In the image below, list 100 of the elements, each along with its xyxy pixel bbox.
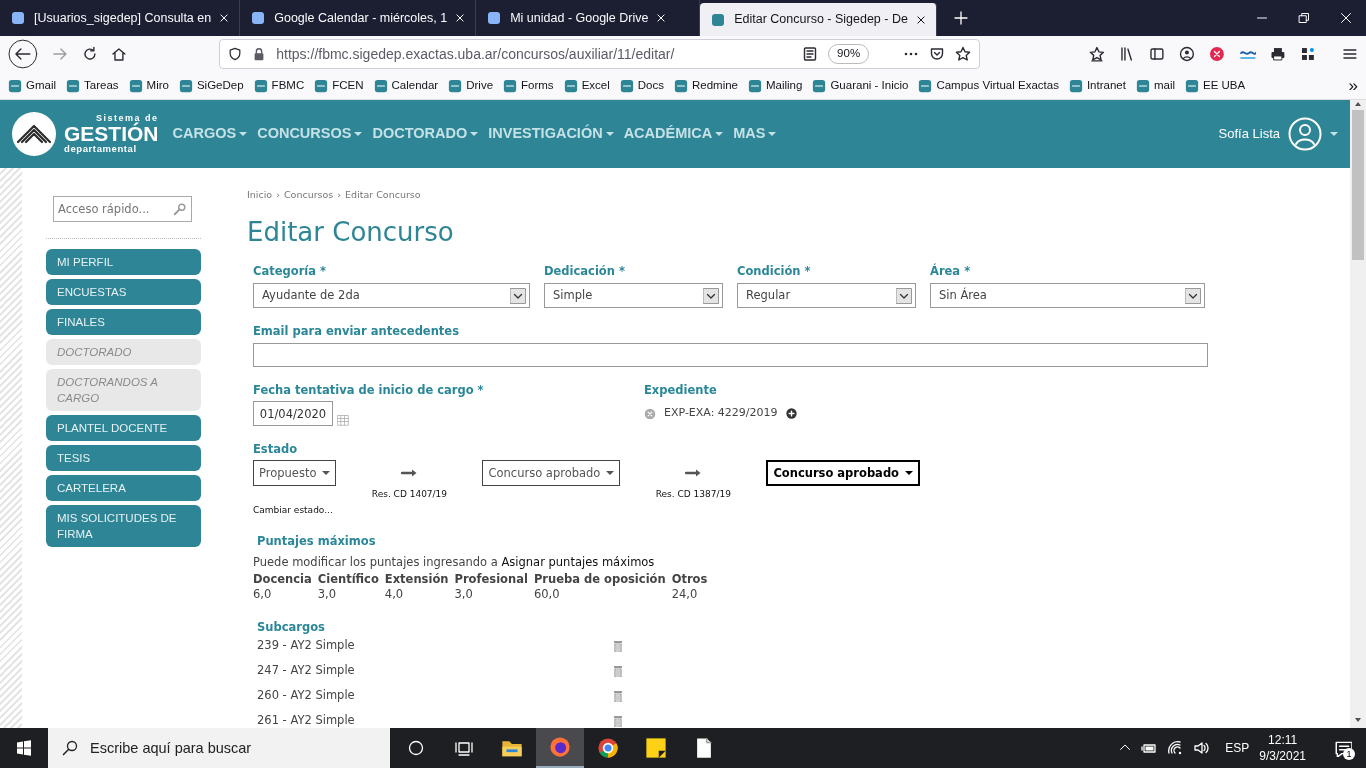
more-bookmarks[interactable]: » bbox=[1348, 72, 1358, 99]
pocket-icon[interactable] bbox=[929, 46, 946, 62]
breadcrumb-link[interactable]: Inicio bbox=[247, 188, 273, 203]
bookmark-link[interactable]: Mailing bbox=[748, 76, 803, 95]
forward-icon[interactable] bbox=[51, 46, 68, 62]
bookmark-link[interactable]: Calendar bbox=[373, 76, 439, 95]
wifi-icon[interactable] bbox=[1167, 740, 1184, 756]
user-name[interactable]: Sofía Lista bbox=[1218, 124, 1280, 144]
dropdown-field[interactable]: Ayudante de 2da bbox=[253, 283, 530, 309]
sidebar-item[interactable]: MI PERFIL bbox=[46, 249, 201, 275]
clock[interactable]: 12:11 9/3/2021 bbox=[1259, 732, 1306, 764]
caret-icon bbox=[905, 471, 914, 476]
scroll-down-icon[interactable] bbox=[1354, 716, 1362, 724]
bookmark-link[interactable]: Docs bbox=[619, 76, 664, 95]
back-icon[interactable] bbox=[8, 39, 38, 69]
page-title: Editar Concurso bbox=[247, 216, 455, 249]
blocked-icon[interactable] bbox=[1208, 46, 1225, 62]
sidebar-item[interactable]: FINALES bbox=[46, 309, 201, 335]
bookmark-link[interactable]: Intranet bbox=[1068, 76, 1126, 95]
bookmark-icon bbox=[673, 78, 688, 93]
status-dropdown[interactable]: Concurso aprobado bbox=[766, 460, 921, 487]
trash-icon[interactable] bbox=[613, 665, 623, 677]
dropdown-field[interactable]: Simple bbox=[544, 283, 723, 309]
dropdown-field[interactable]: Regular bbox=[737, 283, 916, 309]
language-indicator[interactable]: ESP bbox=[1225, 739, 1250, 757]
search-icon[interactable] bbox=[173, 202, 187, 216]
bookmark-link[interactable]: SiGeDep bbox=[178, 76, 244, 95]
caret-icon bbox=[239, 132, 248, 136]
trash-icon[interactable] bbox=[613, 640, 623, 652]
add-icon[interactable] bbox=[785, 408, 797, 419]
sidebar-icon[interactable] bbox=[1149, 46, 1165, 62]
logo-text: departamental bbox=[64, 144, 138, 154]
sidebar-item[interactable]: TESIS bbox=[46, 445, 201, 471]
reload-icon[interactable] bbox=[81, 46, 98, 62]
assign-scores-link[interactable]: Asignar puntajes máximos bbox=[501, 555, 655, 570]
change-status-link[interactable]: Cambiar estado... bbox=[253, 504, 333, 518]
bookmark-link[interactable]: Miro bbox=[128, 76, 169, 95]
star-icon[interactable] bbox=[955, 46, 972, 62]
task-view-icon[interactable] bbox=[455, 740, 473, 756]
restore-icon[interactable] bbox=[1298, 12, 1310, 24]
bookmark-link[interactable]: Campus Virtual Exactas bbox=[918, 76, 1059, 95]
logo-icon bbox=[12, 112, 56, 156]
sidebar-item[interactable]: CARTELERA bbox=[46, 475, 201, 501]
taskbar-search-field[interactable]: Escribe aquí para buscar bbox=[48, 728, 390, 768]
breadcrumb-link[interactable]: Editar Concurso bbox=[345, 188, 421, 203]
breadcrumb-link[interactable]: Concursos bbox=[283, 188, 334, 203]
user-icon[interactable] bbox=[1288, 117, 1322, 151]
dropdown-field[interactable]: Sin Área bbox=[930, 283, 1205, 309]
sidebar-item[interactable]: MIS SOLICITUDES DE FIRMA bbox=[46, 505, 201, 547]
bookmark-link[interactable]: Redmine bbox=[673, 76, 738, 95]
browser-tab[interactable]: Editar Concurso - Sigedep - De bbox=[700, 3, 937, 36]
bookmark-link[interactable]: FCEN bbox=[314, 76, 364, 95]
bookmark-link[interactable]: Guarani - Inicio bbox=[812, 76, 909, 95]
account-icon[interactable] bbox=[1178, 46, 1195, 62]
status-dropdown[interactable]: Propuesto bbox=[253, 460, 337, 487]
subposition-text: 247 - AY2 Simple bbox=[257, 662, 355, 680]
email-field[interactable] bbox=[253, 343, 1208, 368]
browser-icon[interactable] bbox=[597, 737, 619, 759]
reader-view-icon[interactable] bbox=[802, 46, 819, 62]
section-heading: Subcargos bbox=[257, 619, 326, 634]
windows-icon[interactable] bbox=[16, 740, 32, 756]
trash-icon[interactable] bbox=[613, 715, 623, 727]
sidebar-item[interactable]: ENCUESTAS bbox=[46, 279, 201, 305]
bookmark-link[interactable]: Excel bbox=[563, 76, 610, 95]
home-icon[interactable] bbox=[111, 46, 128, 62]
quick-search-field[interactable]: Acceso rápido... bbox=[53, 196, 192, 222]
menu-icon[interactable] bbox=[1342, 46, 1358, 62]
subposition-text: 261 - AY2 Simple bbox=[257, 712, 355, 728]
close-icon[interactable] bbox=[656, 13, 667, 23]
close-icon[interactable] bbox=[455, 13, 466, 23]
scrollbar-thumb[interactable] bbox=[1352, 110, 1364, 260]
extensions-icon[interactable] bbox=[1300, 46, 1317, 62]
caret-icon bbox=[1330, 132, 1338, 136]
field-label: Estado bbox=[253, 442, 299, 457]
date-field[interactable]: 01/04/2020 bbox=[253, 401, 333, 427]
bookmark-icon bbox=[1068, 78, 1083, 93]
plus-icon[interactable] bbox=[952, 10, 969, 26]
trash-icon[interactable] bbox=[613, 690, 623, 702]
sidebar-item[interactable]: PLANTEL DOCENTE bbox=[46, 415, 201, 441]
logo-text: GESTIÓN bbox=[64, 123, 159, 145]
bookmark-link[interactable]: Drive bbox=[448, 76, 494, 95]
printer-icon[interactable] bbox=[1270, 46, 1287, 62]
speaker-icon[interactable] bbox=[1193, 740, 1210, 756]
close-icon[interactable] bbox=[915, 14, 926, 25]
column-header: Extensión bbox=[384, 571, 449, 587]
bookmark-link[interactable]: FBMC bbox=[253, 76, 305, 95]
circle-icon[interactable] bbox=[408, 740, 424, 756]
bookmark-link[interactable]: Forms bbox=[503, 76, 554, 95]
bookmark-link[interactable]: Tareas bbox=[66, 76, 119, 95]
status-dropdown[interactable]: Concurso aprobado bbox=[482, 460, 621, 487]
note-icon[interactable] bbox=[645, 737, 667, 759]
bookmark-link[interactable]: mail bbox=[1135, 76, 1175, 95]
bookmark-link[interactable]: EE UBA bbox=[1185, 76, 1246, 95]
caret-icon bbox=[715, 132, 724, 136]
bookmark-link[interactable]: Gmail bbox=[8, 76, 57, 95]
address-bar[interactable]: https://fbmc.sigedep.exactas.uba.ar/concursos/auxiliar/11/editar/ 90% bbox=[219, 39, 981, 69]
close-icon[interactable] bbox=[219, 13, 230, 23]
close-icon[interactable] bbox=[1340, 12, 1352, 24]
bookmark-star-icon[interactable] bbox=[1089, 46, 1106, 62]
column-header: Otros bbox=[671, 571, 708, 587]
